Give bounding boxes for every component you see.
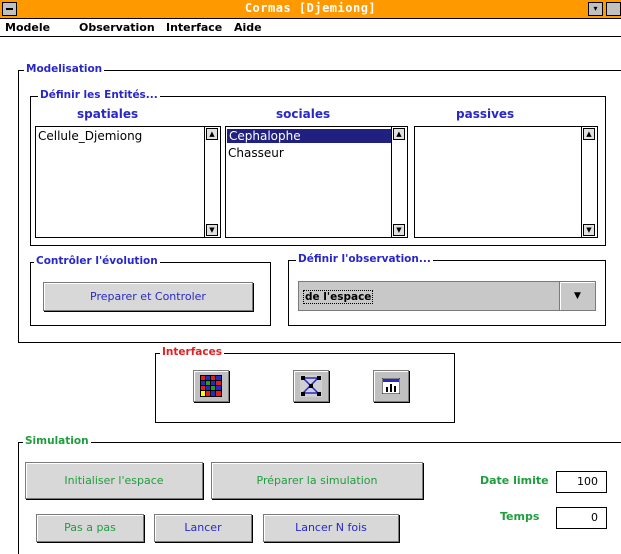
scrollbar[interactable]: ▲ ▼ bbox=[391, 127, 407, 237]
lancer-button[interactable]: Lancer bbox=[154, 514, 252, 542]
lancer-n-fois-button[interactable]: Lancer N fois bbox=[263, 514, 399, 542]
chart-view-button[interactable] bbox=[373, 370, 409, 402]
list-item[interactable]: Chasseur bbox=[228, 146, 284, 160]
scroll-up-button[interactable]: ▲ bbox=[393, 128, 405, 140]
observation-dropdown[interactable]: de l'espace ▼ bbox=[298, 281, 596, 311]
menu-modele[interactable]: Modele bbox=[5, 21, 50, 34]
temps-field[interactable]: 0 bbox=[556, 507, 607, 529]
observation-label: Définir l'observation... bbox=[296, 253, 433, 265]
minimize-button[interactable]: ▾ bbox=[588, 2, 603, 16]
list-item[interactable]: Cellule_Djemiong bbox=[38, 129, 142, 143]
column-header-passives: passives bbox=[456, 107, 515, 121]
scroll-up-button[interactable]: ▲ bbox=[583, 128, 595, 140]
date-limite-label: Date limite bbox=[480, 474, 549, 487]
preparer-simulation-button[interactable]: Préparer la simulation bbox=[211, 462, 423, 499]
modelisation-label: Modelisation bbox=[24, 63, 105, 75]
column-header-sociales: sociales bbox=[276, 107, 331, 121]
scroll-down-button[interactable]: ▼ bbox=[206, 224, 218, 236]
scroll-down-button[interactable]: ▼ bbox=[393, 224, 405, 236]
menu-bar: Modele Observation Interface Aide bbox=[0, 19, 621, 37]
scrollbar[interactable]: ▲ ▼ bbox=[581, 127, 597, 237]
chart-view-icon bbox=[382, 378, 400, 394]
entities-label: Définir les Entités... bbox=[38, 89, 160, 101]
sociales-listbox[interactable]: Cephalophe Chasseur ▲ ▼ bbox=[225, 126, 408, 238]
maximize-button[interactable] bbox=[606, 2, 621, 16]
pas-a-pas-button[interactable]: Pas a pas bbox=[36, 514, 144, 542]
menu-observation[interactable]: Observation bbox=[79, 21, 155, 34]
dropdown-selected-value: de l'espace bbox=[303, 290, 374, 304]
menu-aide[interactable]: Aide bbox=[234, 21, 262, 34]
preparer-controler-button[interactable]: Preparer et Controler bbox=[43, 282, 253, 311]
date-limite-field[interactable]: 100 bbox=[556, 471, 607, 493]
temps-label: Temps bbox=[500, 510, 540, 523]
network-view-button[interactable] bbox=[293, 370, 329, 402]
simulation-divider bbox=[18, 442, 621, 443]
interfaces-label: Interfaces bbox=[160, 346, 224, 358]
spatiales-listbox[interactable]: Cellule_Djemiong ▲ ▼ bbox=[35, 126, 221, 238]
grid-view-icon bbox=[200, 375, 222, 397]
list-item-selected[interactable]: Cephalophe bbox=[227, 129, 392, 143]
simulation-border-left bbox=[18, 442, 19, 554]
simulation-label: Simulation bbox=[23, 435, 91, 447]
grid-view-button[interactable] bbox=[193, 370, 229, 402]
scrollbar[interactable]: ▲ ▼ bbox=[204, 127, 220, 237]
scroll-down-button[interactable]: ▼ bbox=[583, 224, 595, 236]
column-header-spatiales: spatiales bbox=[77, 107, 139, 121]
passives-listbox[interactable]: ▲ ▼ bbox=[414, 126, 598, 238]
menu-interface[interactable]: Interface bbox=[166, 21, 222, 34]
network-view-icon bbox=[300, 375, 322, 397]
window-title: Cormas [Djemiong] bbox=[244, 1, 377, 15]
evolution-label: Contrôler l'évolution bbox=[34, 255, 160, 267]
scroll-up-button[interactable]: ▲ bbox=[206, 128, 218, 140]
dropdown-arrow-icon[interactable]: ▼ bbox=[559, 282, 595, 310]
initialiser-espace-button[interactable]: Initialiser l'espace bbox=[25, 462, 203, 499]
